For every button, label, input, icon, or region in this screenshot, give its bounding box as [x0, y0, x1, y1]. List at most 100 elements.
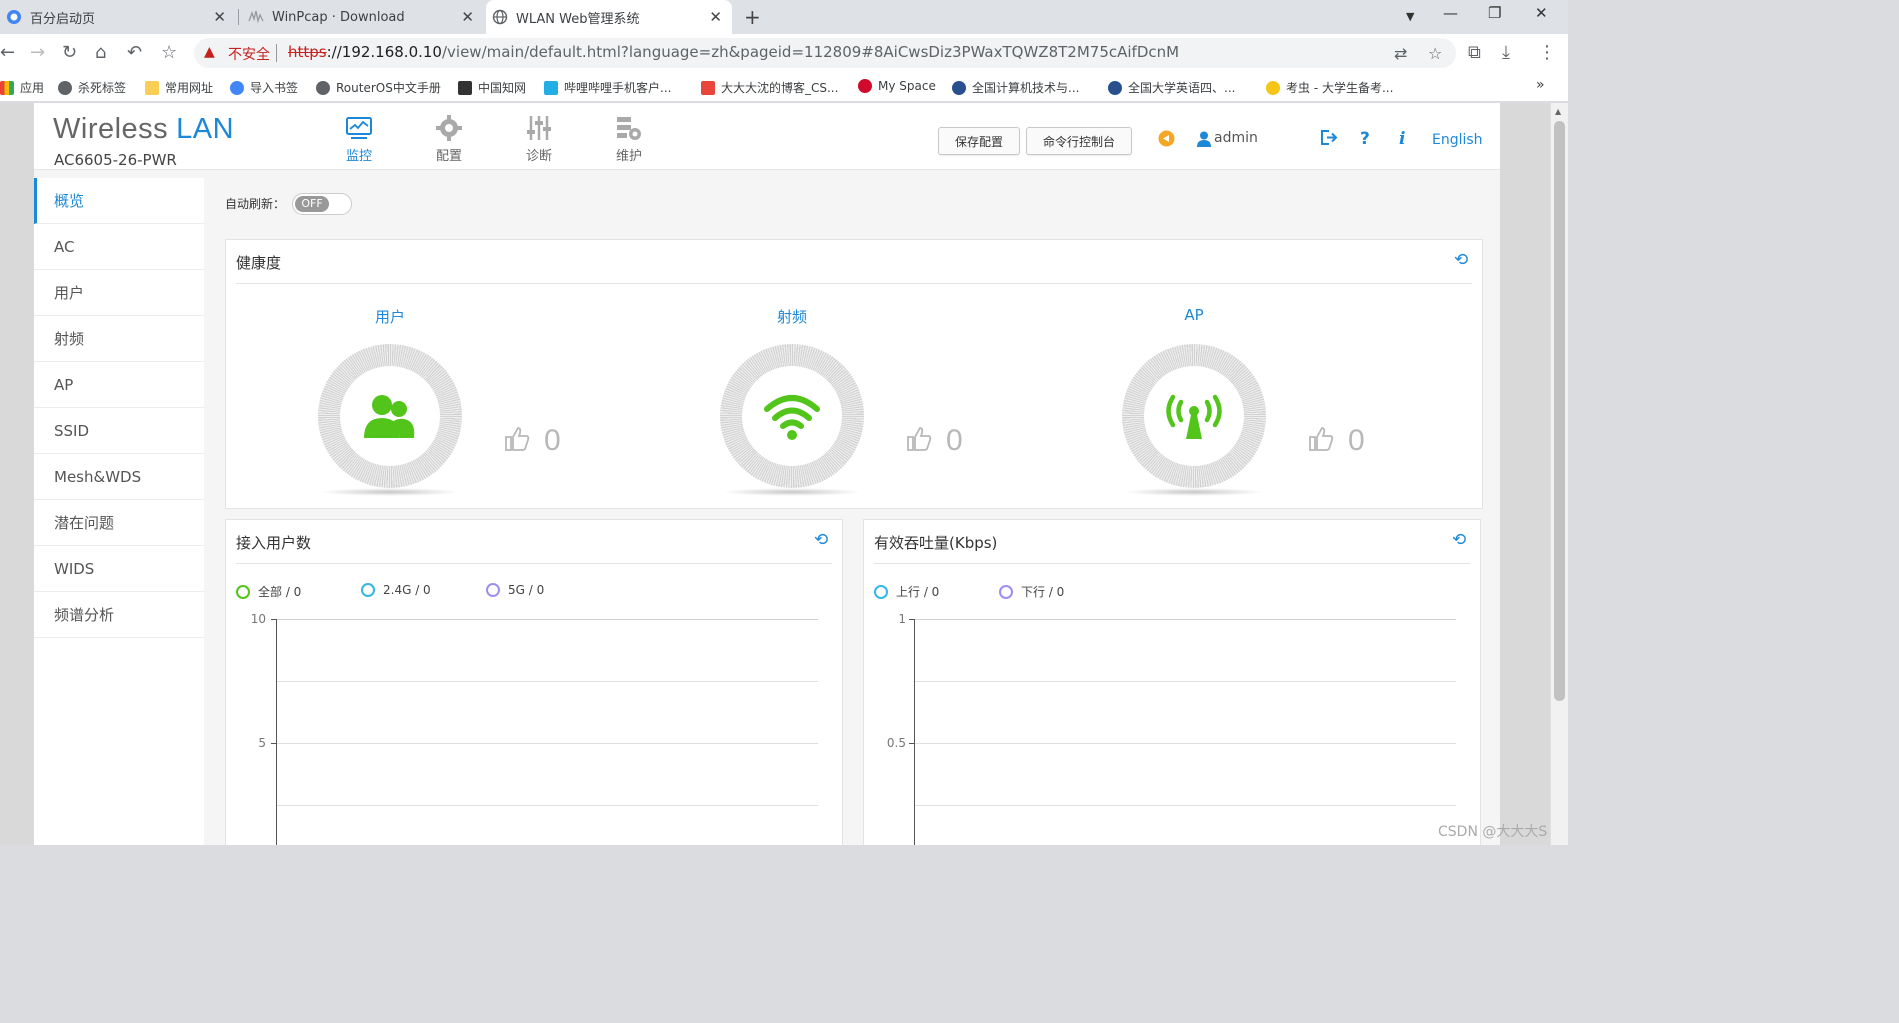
close-icon[interactable]: ✕	[709, 8, 722, 26]
back-icon[interactable]: ←	[0, 42, 15, 63]
translate-icon[interactable]: ⇄	[1394, 44, 1407, 63]
nav-monitor[interactable]: 监控	[324, 113, 394, 164]
auto-refresh-toggle[interactable]: OFF	[292, 193, 352, 215]
legend-upstream[interactable]: 上行 / 0	[874, 583, 939, 600]
users-chart-panel: 接入用户数 ⟲ 全部 / 0 2.4G / 0 5G / 0 10 5	[225, 519, 843, 845]
browser-toolbar: ← → ↻ ⌂ ↶ ☆ ▲ 不安全 https://192.168.0.10/v…	[0, 34, 1568, 72]
sidebar-item-ap[interactable]: AP	[34, 362, 204, 408]
thumbs-up-icon	[906, 426, 932, 456]
thumbs-up-icon	[504, 426, 530, 456]
wlan-app: Wireless LAN AC6605-26-PWR 监控 配置 诊断 维护 保…	[34, 103, 1500, 845]
restore-icon[interactable]: ❐	[1488, 4, 1501, 22]
bookmark-folder[interactable]: 常用网址	[145, 79, 213, 96]
legend-5g[interactable]: 5G / 0	[486, 583, 544, 597]
tab-wlan[interactable]: WLAN Web管理系统 ✕	[486, 0, 732, 34]
y-tick	[271, 619, 276, 620]
window-close-icon[interactable]: ✕	[1535, 4, 1548, 22]
scroll-up-icon[interactable]: ▲	[1555, 107, 1561, 116]
legend-all[interactable]: 全部 / 0	[236, 583, 301, 600]
bookmark-item[interactable]: 全国计算机技术与...	[952, 79, 1079, 96]
reload-icon[interactable]: ↻	[62, 42, 77, 63]
close-icon[interactable]: ✕	[461, 8, 474, 26]
bookmark-item[interactable]: My Space	[858, 79, 936, 93]
legend-2g[interactable]: 2.4G / 0	[361, 583, 431, 597]
wifi-icon	[742, 366, 842, 466]
home-icon[interactable]: ⌂	[95, 42, 106, 63]
address-bar[interactable]: ▲ 不安全 https://192.168.0.10/view/main/def…	[194, 38, 1456, 68]
nav-diagnose[interactable]: 诊断	[504, 113, 574, 164]
gridline	[276, 619, 818, 620]
star-icon[interactable]: ☆	[161, 42, 177, 63]
tab-search-icon[interactable]: ▼	[1406, 10, 1414, 23]
refresh-icon[interactable]: ⟲	[1454, 250, 1468, 270]
gear-icon	[230, 80, 244, 95]
health-radio-ring	[720, 344, 864, 488]
health-ap-label[interactable]: AP	[1144, 306, 1244, 324]
score-value: 0	[1348, 424, 1365, 457]
page-scrollbar[interactable]: ▲	[1550, 103, 1568, 845]
legend-label: 上行 / 0	[896, 585, 940, 599]
legend-dot	[236, 584, 250, 599]
more-bookmarks-button[interactable]: »	[1536, 77, 1545, 93]
health-users-label[interactable]: 用户	[340, 306, 440, 327]
sidebar-item-issues[interactable]: 潜在问题	[34, 500, 204, 546]
tab-winpcap[interactable]: WinPcap · Download ✕	[242, 0, 484, 34]
health-radio-label[interactable]: 射频	[742, 306, 842, 327]
help-icon[interactable]: ?	[1360, 129, 1370, 149]
bookmark-item[interactable]: 考虫 - 大学生备考...	[1266, 79, 1393, 96]
language-switch[interactable]: English	[1432, 132, 1483, 148]
bookmark-item[interactable]: 中国知网	[458, 79, 526, 96]
menu-icon[interactable]: ⋮	[1538, 42, 1556, 63]
info-icon[interactable]: i	[1399, 129, 1405, 149]
nav-maintain[interactable]: 维护	[594, 113, 664, 164]
close-icon[interactable]: ✕	[213, 8, 226, 26]
bookmark-apps[interactable]: 应用	[0, 79, 44, 96]
url-text[interactable]: https://192.168.0.10/view/main/default.h…	[288, 43, 1179, 61]
sidebar-item-spectrum[interactable]: 频谱分析	[34, 592, 204, 638]
bookmark-label: My Space	[878, 79, 936, 93]
logout-icon[interactable]	[1320, 129, 1338, 151]
crop-icon[interactable]: ⧉	[1468, 42, 1481, 63]
sidebar-item-ac[interactable]: AC	[34, 224, 204, 270]
bookmark-item[interactable]: RouterOS中文手册	[316, 79, 441, 96]
tab-title: WLAN Web管理系统	[516, 11, 640, 27]
user-icon	[1197, 131, 1211, 152]
scrollbar-thumb[interactable]	[1554, 121, 1565, 701]
globe-icon	[316, 80, 330, 95]
refresh-icon[interactable]: ⟲	[814, 530, 828, 550]
bookmark-item[interactable]: 哔哩哔哩手机客户...	[544, 79, 671, 96]
tab-start-page[interactable]: 百分启动页 ✕	[0, 0, 236, 34]
bookmark-item[interactable]: 大大大沈的博客_CS...	[701, 79, 838, 96]
legend-dot	[361, 583, 375, 597]
new-tab-button[interactable]: +	[744, 5, 761, 29]
download-icon[interactable]: ⤓	[1502, 42, 1510, 63]
legend-downstream[interactable]: 下行 / 0	[999, 583, 1064, 600]
undo-icon[interactable]: ↶	[127, 42, 142, 63]
cli-console-button[interactable]: 命令行控制台	[1026, 127, 1132, 155]
refresh-icon[interactable]: ⟲	[1452, 530, 1466, 550]
forward-icon[interactable]: →	[30, 42, 45, 63]
nav-config[interactable]: 配置	[414, 113, 484, 164]
sidebar-item-ssid[interactable]: SSID	[34, 408, 204, 454]
bookmark-label: 导入书签	[250, 81, 299, 95]
sidebar-item-mesh[interactable]: Mesh&WDS	[34, 454, 204, 500]
save-config-button[interactable]: 保存配置	[938, 127, 1020, 155]
sidebar-item-radio[interactable]: 射频	[34, 316, 204, 362]
y-axis	[914, 619, 915, 845]
sidebar-item-wids[interactable]: WIDS	[34, 546, 204, 592]
cnki-icon	[458, 80, 472, 95]
nav-label: 维护	[615, 149, 642, 164]
bookmark-star-icon[interactable]: ☆	[1428, 44, 1442, 63]
bookmark-label: 应用	[20, 81, 45, 95]
gridline	[276, 805, 818, 806]
bookmark-label: 全国大学英语四、...	[1128, 81, 1236, 95]
username[interactable]: admin	[1214, 130, 1258, 146]
sidebar-item-users[interactable]: 用户	[34, 270, 204, 316]
sidebar-item-overview[interactable]: 概览	[34, 178, 204, 224]
alarm-icon[interactable]	[1158, 130, 1175, 152]
bookmark-item[interactable]: 杀死标签	[58, 79, 126, 96]
minimize-icon[interactable]: —	[1443, 4, 1458, 22]
bookmark-item[interactable]: 导入书签	[230, 79, 298, 96]
bookmark-item[interactable]: 全国大学英语四、...	[1108, 79, 1235, 96]
maintenance-icon	[594, 113, 664, 143]
